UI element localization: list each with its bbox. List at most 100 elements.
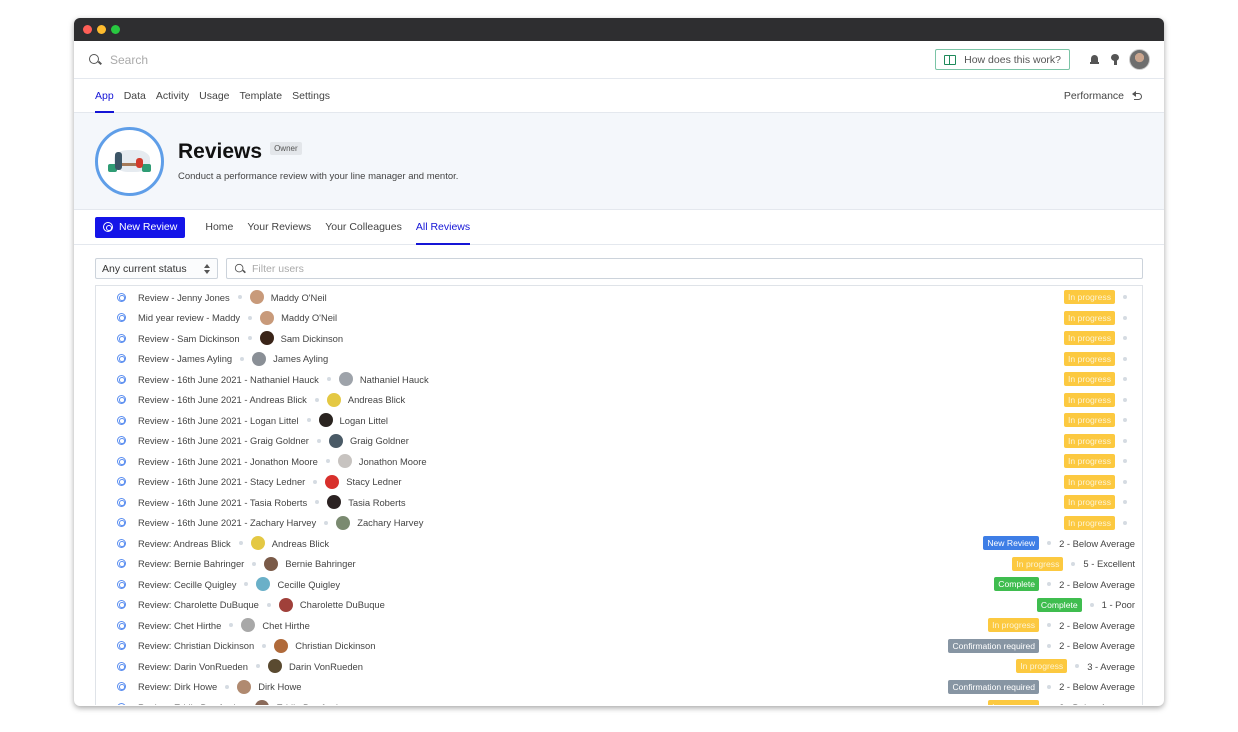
review-row[interactable]: Review - James Ayling James Ayling In prog… [96,349,1142,370]
person-name[interactable]: Eddie Botsford [276,702,338,705]
tab-settings[interactable]: Settings [292,79,330,113]
review-title[interactable]: Review - Jenny Jones [138,292,230,303]
review-row[interactable]: Review: Darin VonRueden Darin VonRueden In… [96,656,1142,677]
review-title[interactable]: Review - 16th June 2021 - Andreas Blick [138,394,307,405]
bell-icon[interactable] [1090,54,1099,65]
new-review-button[interactable]: New Review [95,216,186,238]
review-row[interactable]: Review: Eddie Botsford Eddie Botsford In p… [96,697,1142,705]
review-row[interactable]: Review: Cecille Quigley Cecille Quigley Co… [96,574,1142,595]
separator-dot [326,377,331,382]
review-title[interactable]: Review - 16th June 2021 - Nathaniel Hauc… [138,374,319,385]
person-name[interactable]: Chet Hirthe [262,620,309,631]
status-select[interactable]: Any current status [95,258,218,279]
tab-usage[interactable]: Usage [199,79,229,113]
review-title[interactable]: Review: Bernie Bahringer [138,558,244,569]
rating: 2 - Below Average [1059,537,1135,549]
tab-data[interactable]: Data [124,79,146,113]
review-title[interactable]: Review - 16th June 2021 - Jonathon Moore [138,456,318,467]
filter-users-input[interactable]: Filter users [226,258,1143,279]
review-title[interactable]: Mid year review - Maddy [138,312,240,323]
review-row[interactable]: Review - 16th June 2021 - Andreas Blick A… [96,390,1142,411]
lightbulb-icon[interactable] [1111,54,1119,65]
tab-all-reviews[interactable]: All Reviews [415,210,471,245]
person-name[interactable]: Stacy Ledner [346,476,401,487]
person-name[interactable]: Tasia Roberts [348,497,405,508]
person-name[interactable]: Charolette DuBuque [300,599,385,610]
tab-your-reviews[interactable]: Your Reviews [247,210,311,245]
performance-link[interactable]: Performance [1064,90,1143,102]
person-name[interactable]: Darin VonRueden [289,661,363,672]
person-name[interactable]: Maddy O'Neil [281,312,337,323]
person-name[interactable]: Maddy O'Neil [271,292,327,303]
review-title[interactable]: Review: Darin VonRueden [138,661,248,672]
person-avatar [241,618,256,633]
separator-dot [1123,397,1127,402]
review-title[interactable]: Review - 16th June 2021 - Logan Littel [138,415,299,426]
person-name[interactable]: Andreas Blick [348,394,405,405]
review-row[interactable]: Review: Charolette DuBuque Charolette DuB… [96,595,1142,616]
person-name[interactable]: Andreas Blick [272,538,329,549]
person-name[interactable]: Nathaniel Hauck [360,374,429,385]
person-name[interactable]: Cecille Quigley [277,579,340,590]
person-name[interactable]: Zachary Harvey [357,517,423,528]
review-title[interactable]: Review: Andreas Blick [138,538,231,549]
page-description: Conduct a performance review with your l… [178,171,459,182]
review-title[interactable]: Review: Christian Dickinson [138,640,254,651]
review-title[interactable]: Review: Chet Hirthe [138,620,221,631]
review-icon [117,374,126,384]
tab-home[interactable]: Home [205,210,233,245]
how-does-this-work-button[interactable]: How does this work? [935,49,1070,70]
separator-dot [252,561,257,566]
review-title[interactable]: Review: Eddie Botsford [138,702,235,705]
close-window-button[interactable] [83,25,92,34]
person-name[interactable]: Bernie Bahringer [285,558,355,569]
review-icon [117,538,126,548]
minimize-window-button[interactable] [97,25,106,34]
person-name[interactable]: Christian Dickinson [295,640,375,651]
review-row[interactable]: Review - 16th June 2021 - Logan Littel Lo… [96,410,1142,431]
tab-your-colleagues[interactable]: Your Colleagues [325,210,402,245]
review-title[interactable]: Review - 16th June 2021 - Zachary Harvey [138,517,316,528]
status-badge: In progress [1064,433,1115,448]
person-name[interactable]: James Ayling [273,353,328,364]
person-name[interactable]: Logan Littel [340,415,388,426]
review-row[interactable]: Review - 16th June 2021 - Nathaniel Hauc… [96,369,1142,390]
review-row[interactable]: Review - Sam Dickinson Sam Dickinson In pr… [96,328,1142,349]
maximize-window-button[interactable] [111,25,120,34]
review-row[interactable]: Review - Jenny Jones Maddy O'Neil In progr… [96,287,1142,308]
person-avatar [325,474,340,489]
tab-activity[interactable]: Activity [156,79,189,113]
review-title[interactable]: Review: Cecille Quigley [138,579,236,590]
review-row[interactable]: Review - 16th June 2021 - Tasia Roberts T… [96,492,1142,513]
review-title[interactable]: Review: Dirk Howe [138,681,217,692]
person-name[interactable]: Graig Goldner [350,435,409,446]
review-row[interactable]: Review: Christian Dickinson Christian Dic… [96,636,1142,657]
person-name[interactable]: Dirk Howe [258,681,301,692]
person-name[interactable]: Sam Dickinson [281,333,344,344]
review-row[interactable]: Review - 16th June 2021 - Graig Goldner G… [96,431,1142,452]
review-title[interactable]: Review: Charolette DuBuque [138,599,259,610]
status-badge: Confirmation required [948,679,1040,694]
review-row[interactable]: Review - 16th June 2021 - Zachary Harvey… [96,513,1142,534]
search-icon [234,263,246,275]
review-row[interactable]: Review - 16th June 2021 - Jonathon Moore… [96,451,1142,472]
review-row[interactable]: Review - 16th June 2021 - Stacy Ledner St… [96,472,1142,493]
search-icon [88,53,102,67]
review-title[interactable]: Review - Sam Dickinson [138,333,240,344]
review-title[interactable]: Review - James Ayling [138,353,232,364]
review-row[interactable]: Review: Bernie Bahringer Bernie Bahringer… [96,554,1142,575]
review-row[interactable]: Mid year review - Maddy Maddy O'Neil In pr… [96,308,1142,329]
review-row[interactable]: Review: Andreas Blick Andreas Blick New Re… [96,533,1142,554]
tab-template[interactable]: Template [240,79,283,113]
review-title[interactable]: Review - 16th June 2021 - Graig Goldner [138,435,309,446]
person-name[interactable]: Jonathon Moore [359,456,427,467]
person-avatar [255,700,270,705]
review-row[interactable]: Review: Chet Hirthe Chet Hirthe In progres… [96,615,1142,636]
person-avatar [278,597,293,612]
global-search-input[interactable]: Search [110,53,935,67]
review-title[interactable]: Review - 16th June 2021 - Tasia Roberts [138,497,307,508]
tab-app[interactable]: App [95,79,114,113]
review-title[interactable]: Review - 16th June 2021 - Stacy Ledner [138,476,305,487]
review-row[interactable]: Review: Dirk Howe Dirk Howe Confirmation r… [96,677,1142,698]
user-avatar[interactable] [1129,49,1150,70]
